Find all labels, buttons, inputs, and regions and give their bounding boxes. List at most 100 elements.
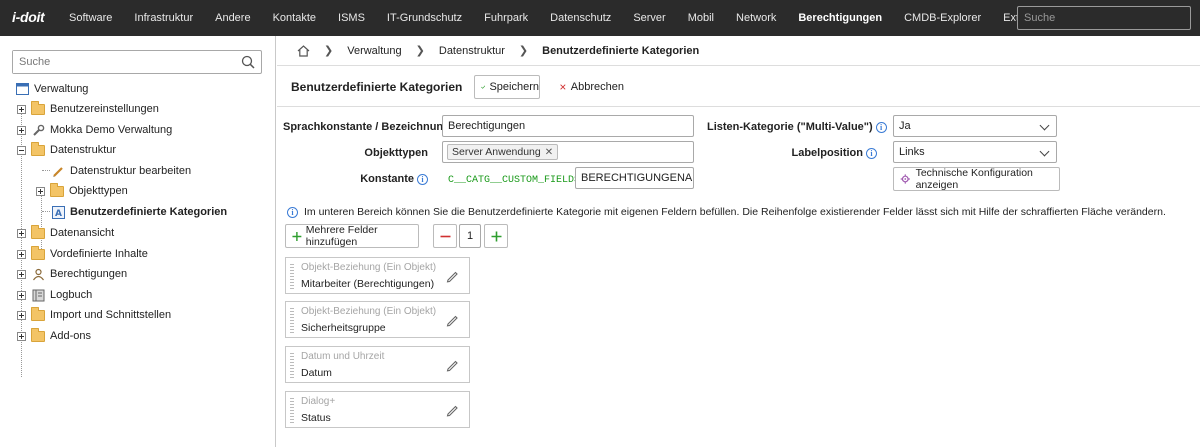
- nav-server[interactable]: Server: [622, 0, 676, 36]
- wrench-icon: [31, 123, 45, 137]
- add-fields-label: Mehrere Felder hinzufügen: [305, 224, 378, 248]
- nav-software[interactable]: Software: [58, 0, 123, 36]
- name-value: Berechtigungen: [448, 120, 526, 132]
- info-icon[interactable]: i: [417, 173, 428, 185]
- expand-icon[interactable]: [17, 249, 26, 259]
- field-name: Mitarbeiter (Berechtigungen): [301, 278, 435, 290]
- remove-tag-icon[interactable]: ✕: [545, 147, 553, 158]
- nav-network[interactable]: Network: [725, 0, 787, 36]
- home-icon[interactable]: [297, 44, 310, 57]
- collapse-icon[interactable]: [17, 145, 26, 155]
- const-input[interactable]: BERECHTIGUNGENANWENDUNG: [575, 167, 694, 189]
- search-icon[interactable]: [241, 55, 255, 69]
- labelpos-value: Links: [899, 146, 925, 158]
- close-icon: [560, 84, 566, 90]
- tree-label: Benutzerdefinierte Kategorien: [70, 206, 228, 218]
- drag-handle[interactable]: [290, 306, 294, 333]
- tree-item-logbuch[interactable]: Logbuch: [17, 286, 92, 304]
- objtypes-input[interactable]: Server Anwendung ✕: [442, 141, 694, 163]
- expand-icon[interactable]: [17, 310, 26, 320]
- field-count-value: 1: [466, 230, 474, 242]
- pencil-icon[interactable]: [445, 403, 459, 417]
- field-count-input[interactable]: 1: [459, 224, 481, 248]
- tree-label: Vordefinierte Inhalte: [50, 248, 148, 260]
- name-input[interactable]: Berechtigungen: [442, 115, 694, 137]
- tree-item-mokka-demo-verwaltung[interactable]: Mokka Demo Verwaltung: [17, 121, 172, 139]
- sidebar-search-input[interactable]: [13, 51, 233, 73]
- tree-item-datenstruktur[interactable]: Datenstruktur: [17, 141, 116, 159]
- nav-fuhrpark[interactable]: Fuhrpark: [473, 0, 539, 36]
- expand-icon[interactable]: [17, 125, 26, 135]
- idoit-logo[interactable]: i-doit: [12, 9, 45, 25]
- folder-icon: [31, 100, 45, 115]
- tech-config-button[interactable]: Technische Konfiguration anzeigen: [893, 167, 1060, 191]
- info-icon[interactable]: i: [866, 147, 877, 159]
- custom-field-card[interactable]: Datum und Uhrzeit Datum: [285, 346, 470, 383]
- nav-cmdb-explorer[interactable]: CMDB-Explorer: [893, 0, 992, 36]
- main-content: ❯ Verwaltung ❯ Datenstruktur ❯ Benutzerd…: [277, 36, 1200, 447]
- tree-item-benutzerdefinierte-kategorien[interactable]: A Benutzerdefinierte Kategorien: [51, 203, 227, 221]
- tree-label: Datenstruktur bearbeiten: [70, 165, 192, 177]
- pencil-icon[interactable]: [445, 358, 459, 372]
- gear-icon: [900, 174, 910, 184]
- drag-handle[interactable]: [290, 396, 294, 423]
- expand-icon[interactable]: [17, 331, 26, 341]
- breadcrumb-datenstruktur[interactable]: Datenstruktur: [439, 45, 505, 57]
- nav-mobil[interactable]: Mobil: [677, 0, 725, 36]
- nav-berechtigungen[interactable]: Berechtigungen: [787, 0, 893, 36]
- page-header: Benutzerdefinierte Kategorien Speichern …: [277, 67, 1200, 107]
- breadcrumb-verwaltung[interactable]: Verwaltung: [347, 45, 401, 57]
- expand-icon[interactable]: [17, 228, 26, 238]
- tree-item-berechtigungen[interactable]: Berechtigungen: [17, 265, 127, 283]
- tree-item-verwaltung[interactable]: Verwaltung: [15, 80, 88, 98]
- tree-label: Datenstruktur: [50, 144, 117, 156]
- tree-label: Add-ons: [50, 330, 91, 342]
- nav-kontakte[interactable]: Kontakte: [262, 0, 327, 36]
- expand-icon[interactable]: [17, 104, 26, 114]
- decrement-button[interactable]: [433, 224, 457, 248]
- global-search-input[interactable]: [1017, 6, 1191, 30]
- custom-field-card[interactable]: Objekt-Beziehung (Ein Objekt) Mitarbeite…: [285, 257, 470, 294]
- check-icon: [481, 85, 486, 89]
- expand-icon[interactable]: [17, 290, 26, 300]
- field-type: Objekt-Beziehung (Ein Objekt): [301, 262, 437, 273]
- custom-field-card[interactable]: Objekt-Beziehung (Ein Objekt) Sicherheit…: [285, 301, 470, 338]
- pencil-icon[interactable]: [445, 269, 459, 283]
- plus-icon: [491, 231, 501, 241]
- nav-it-grundschutz[interactable]: IT-Grundschutz: [376, 0, 473, 36]
- save-button[interactable]: Speichern: [474, 75, 540, 99]
- add-fields-button[interactable]: Mehrere Felder hinzufügen: [285, 224, 419, 248]
- tree-item-import-und-schnittstellen[interactable]: Import und Schnittstellen: [17, 306, 171, 324]
- multivalue-select[interactable]: Ja: [893, 115, 1057, 137]
- pencil-icon[interactable]: [445, 313, 459, 327]
- const-value: BERECHTIGUNGENANWENDUNG: [581, 172, 693, 184]
- folder-icon: [50, 182, 64, 197]
- name-label: Sprachkonstante / Bezeichnung: [283, 121, 450, 133]
- drag-handle[interactable]: [290, 262, 294, 289]
- nav-isms[interactable]: ISMS: [327, 0, 376, 36]
- tree-item-vordefinierte-inhalte[interactable]: Vordefinierte Inhalte: [17, 245, 148, 263]
- tree-item-datenstruktur-bearbeiten[interactable]: Datenstruktur bearbeiten: [51, 162, 191, 180]
- users-icon: [31, 267, 45, 281]
- labelpos-select[interactable]: Links: [893, 141, 1057, 163]
- chevron-down-icon: [1039, 146, 1050, 157]
- drag-handle[interactable]: [290, 351, 294, 378]
- custom-field-card[interactable]: Dialog+ Status: [285, 391, 470, 428]
- tree-label: Verwaltung: [34, 83, 89, 95]
- nav-infrastruktur[interactable]: Infrastruktur: [123, 0, 204, 36]
- increment-button[interactable]: [484, 224, 508, 248]
- tree-item-datenansicht[interactable]: Datenansicht: [17, 224, 114, 242]
- tree-item-objekttypen[interactable]: Objekttypen: [36, 182, 128, 200]
- expand-icon[interactable]: [17, 269, 26, 279]
- expand-icon[interactable]: [36, 186, 45, 196]
- nav-datenschutz[interactable]: Datenschutz: [539, 0, 622, 36]
- hint-text: Im unteren Bereich können Sie die Benutz…: [304, 206, 1166, 218]
- tree-item-benutzereinstellungen[interactable]: Benutzereinstellungen: [17, 100, 159, 118]
- tree-label: Logbuch: [50, 289, 93, 301]
- nav-andere[interactable]: Andere: [204, 0, 261, 36]
- info-icon[interactable]: i: [875, 121, 887, 133]
- folder-icon: [31, 327, 45, 342]
- cancel-button[interactable]: Abbrechen: [555, 75, 625, 99]
- tree-item-add-ons[interactable]: Add-ons: [17, 327, 91, 345]
- pencil-icon: [51, 164, 65, 178]
